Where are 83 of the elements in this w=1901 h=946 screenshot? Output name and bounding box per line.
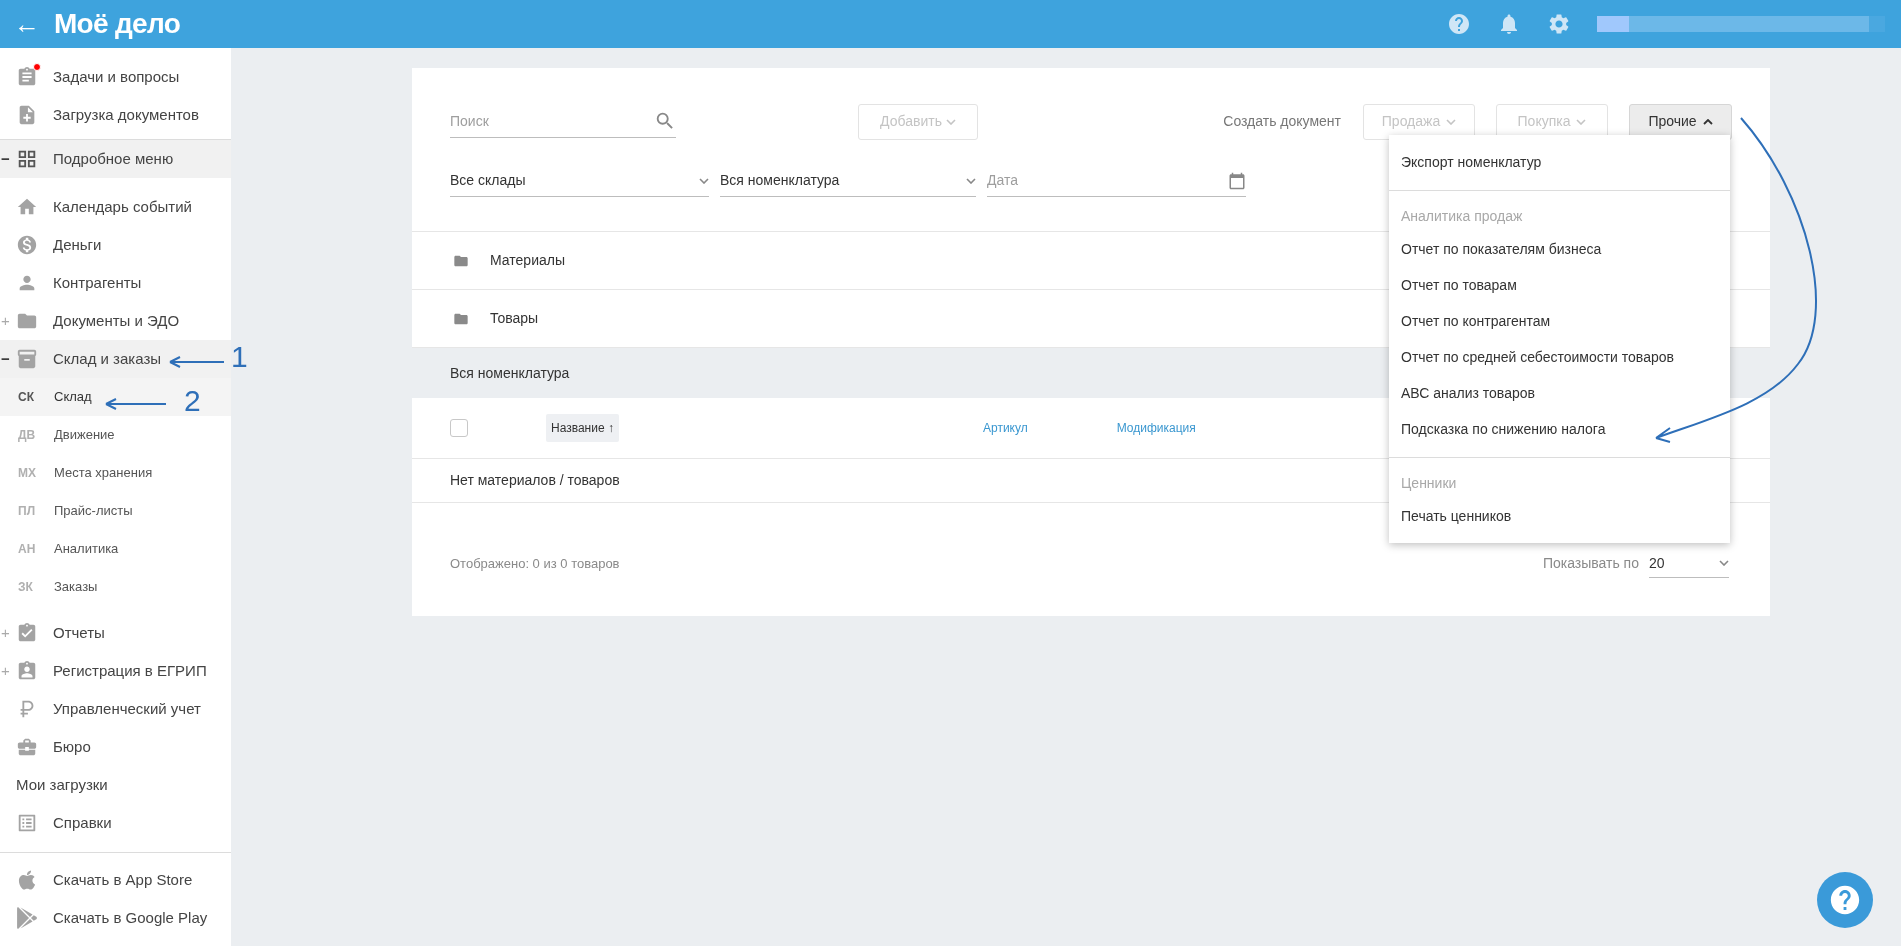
sidebar-label: Места хранения [54, 464, 153, 483]
sidebar-subitem[interactable]: МХ Места хранения [0, 454, 231, 492]
sidebar-label: Задачи и вопросы [53, 66, 180, 87]
sidebar-subitem[interactable]: ЗК Заказы [0, 568, 231, 606]
menu-item[interactable]: Экспорт номенклатур [1389, 144, 1730, 180]
sidebar-label: Подробное меню [53, 148, 174, 169]
caret-icon [1719, 560, 1729, 566]
sidebar-label: Скачать в Google Play [53, 907, 208, 928]
sidebar-subitem[interactable]: АН Аналитика [0, 530, 231, 568]
sidebar-label: Календарь событий [53, 196, 192, 217]
blurred-account[interactable] [1597, 16, 1885, 32]
sidebar-label: Склад и заказы [53, 348, 162, 369]
sidebar-label: Аналитика [54, 540, 119, 559]
sidebar-subitem[interactable]: ПЛ Прайс-листы [0, 492, 231, 530]
section-abbreviation: МХ [18, 465, 37, 482]
sidebar-label: Регистрация в ЕГРИП [53, 660, 207, 681]
caret-icon [699, 177, 709, 184]
section-abbreviation: АН [18, 541, 37, 558]
play-icon [16, 907, 38, 929]
menu-item[interactable]: Отчет по показателям бизнеса [1389, 231, 1730, 267]
caret-icon [966, 177, 976, 184]
sidebar-label: Прайс-листы [54, 502, 133, 521]
create-document-label: Создать документ [1223, 112, 1341, 131]
menu-item[interactable]: Отчет по контрагентам [1389, 303, 1730, 339]
select-all-checkbox[interactable] [450, 419, 468, 437]
sidebar-label: Мои загрузки [16, 774, 108, 795]
report-icon [16, 622, 38, 644]
section-abbreviation: СК [18, 389, 35, 406]
search-icon[interactable] [654, 110, 676, 132]
toggle-sign[interactable]: − [1, 347, 10, 371]
date-field[interactable]: Дата [987, 165, 1246, 197]
annotation-arrow [168, 356, 226, 368]
sidebar-label: Справки [53, 812, 112, 833]
sidebar-label: Заказы [54, 578, 98, 597]
search-field[interactable]: Поиск [450, 105, 676, 138]
shown-count: Отображено: 0 из 0 товаров [450, 554, 620, 573]
sidebar-subitem[interactable]: ДВ Движение [0, 416, 231, 454]
sidebar-label: Отчеты [53, 622, 105, 643]
menu-group-header: Аналитика продаж [1400, 206, 1524, 226]
help-button[interactable] [1817, 872, 1873, 928]
caret-icon [945, 118, 956, 125]
page-size-select[interactable]: 20 [1649, 549, 1729, 578]
box-icon [16, 348, 38, 370]
sidebar-label: Деньги [53, 234, 102, 255]
section-abbreviation: ДВ [18, 427, 37, 444]
help-icon [1828, 883, 1862, 917]
section-abbreviation: ПЛ [18, 503, 37, 520]
caret-icon [1446, 118, 1457, 125]
sidebar-label: Бюро [53, 736, 91, 757]
menu-group-header: Ценники [1400, 473, 1458, 493]
caret-icon [1702, 118, 1713, 125]
apple-icon [16, 869, 38, 891]
grid-icon [16, 148, 38, 170]
settings-icon[interactable] [1547, 12, 1571, 36]
annotation-number: 2 [184, 386, 201, 416]
help-icon[interactable] [1447, 12, 1471, 36]
sidebar-label: Загрузка документов [53, 104, 199, 125]
sidebar-label: Документы и ЭДО [53, 310, 180, 331]
sidebar-label: Контрагенты [53, 272, 142, 293]
annotation-number: 1 [231, 342, 248, 372]
date-input[interactable]: Дата [987, 170, 1187, 191]
briefcase-icon [16, 736, 38, 758]
sidebar-label: Скачать в App Store [53, 869, 193, 890]
sidebar-label: Управленческий учет [53, 698, 201, 719]
nomenclature-select[interactable]: Вся номенклатура [720, 165, 976, 197]
section-abbreviation: ЗК [18, 579, 34, 596]
menu-item[interactable]: Подсказка по снижению налога [1389, 411, 1730, 447]
page-size-label: Показывать по [1542, 554, 1639, 573]
clipboard-icon [16, 66, 38, 88]
coin-icon [16, 234, 38, 256]
registration-icon [16, 660, 38, 682]
sidebar-label: Склад [54, 388, 92, 407]
calendar-icon[interactable] [1228, 171, 1246, 190]
list-icon [16, 812, 38, 834]
caret-icon [1576, 118, 1587, 125]
sidebar-label: Движение [54, 426, 115, 445]
toggle-sign[interactable]: − [1, 147, 10, 171]
sidebar-item[interactable]: − Склад и заказы [0, 340, 231, 378]
warehouse-select[interactable]: Все склады [450, 165, 709, 197]
annotation-arrow [104, 398, 168, 410]
search-input[interactable]: Поиск [450, 110, 630, 132]
column-header[interactable]: Название ↑ [546, 414, 619, 442]
sidebar-item[interactable]: − Подробное меню [0, 140, 231, 178]
